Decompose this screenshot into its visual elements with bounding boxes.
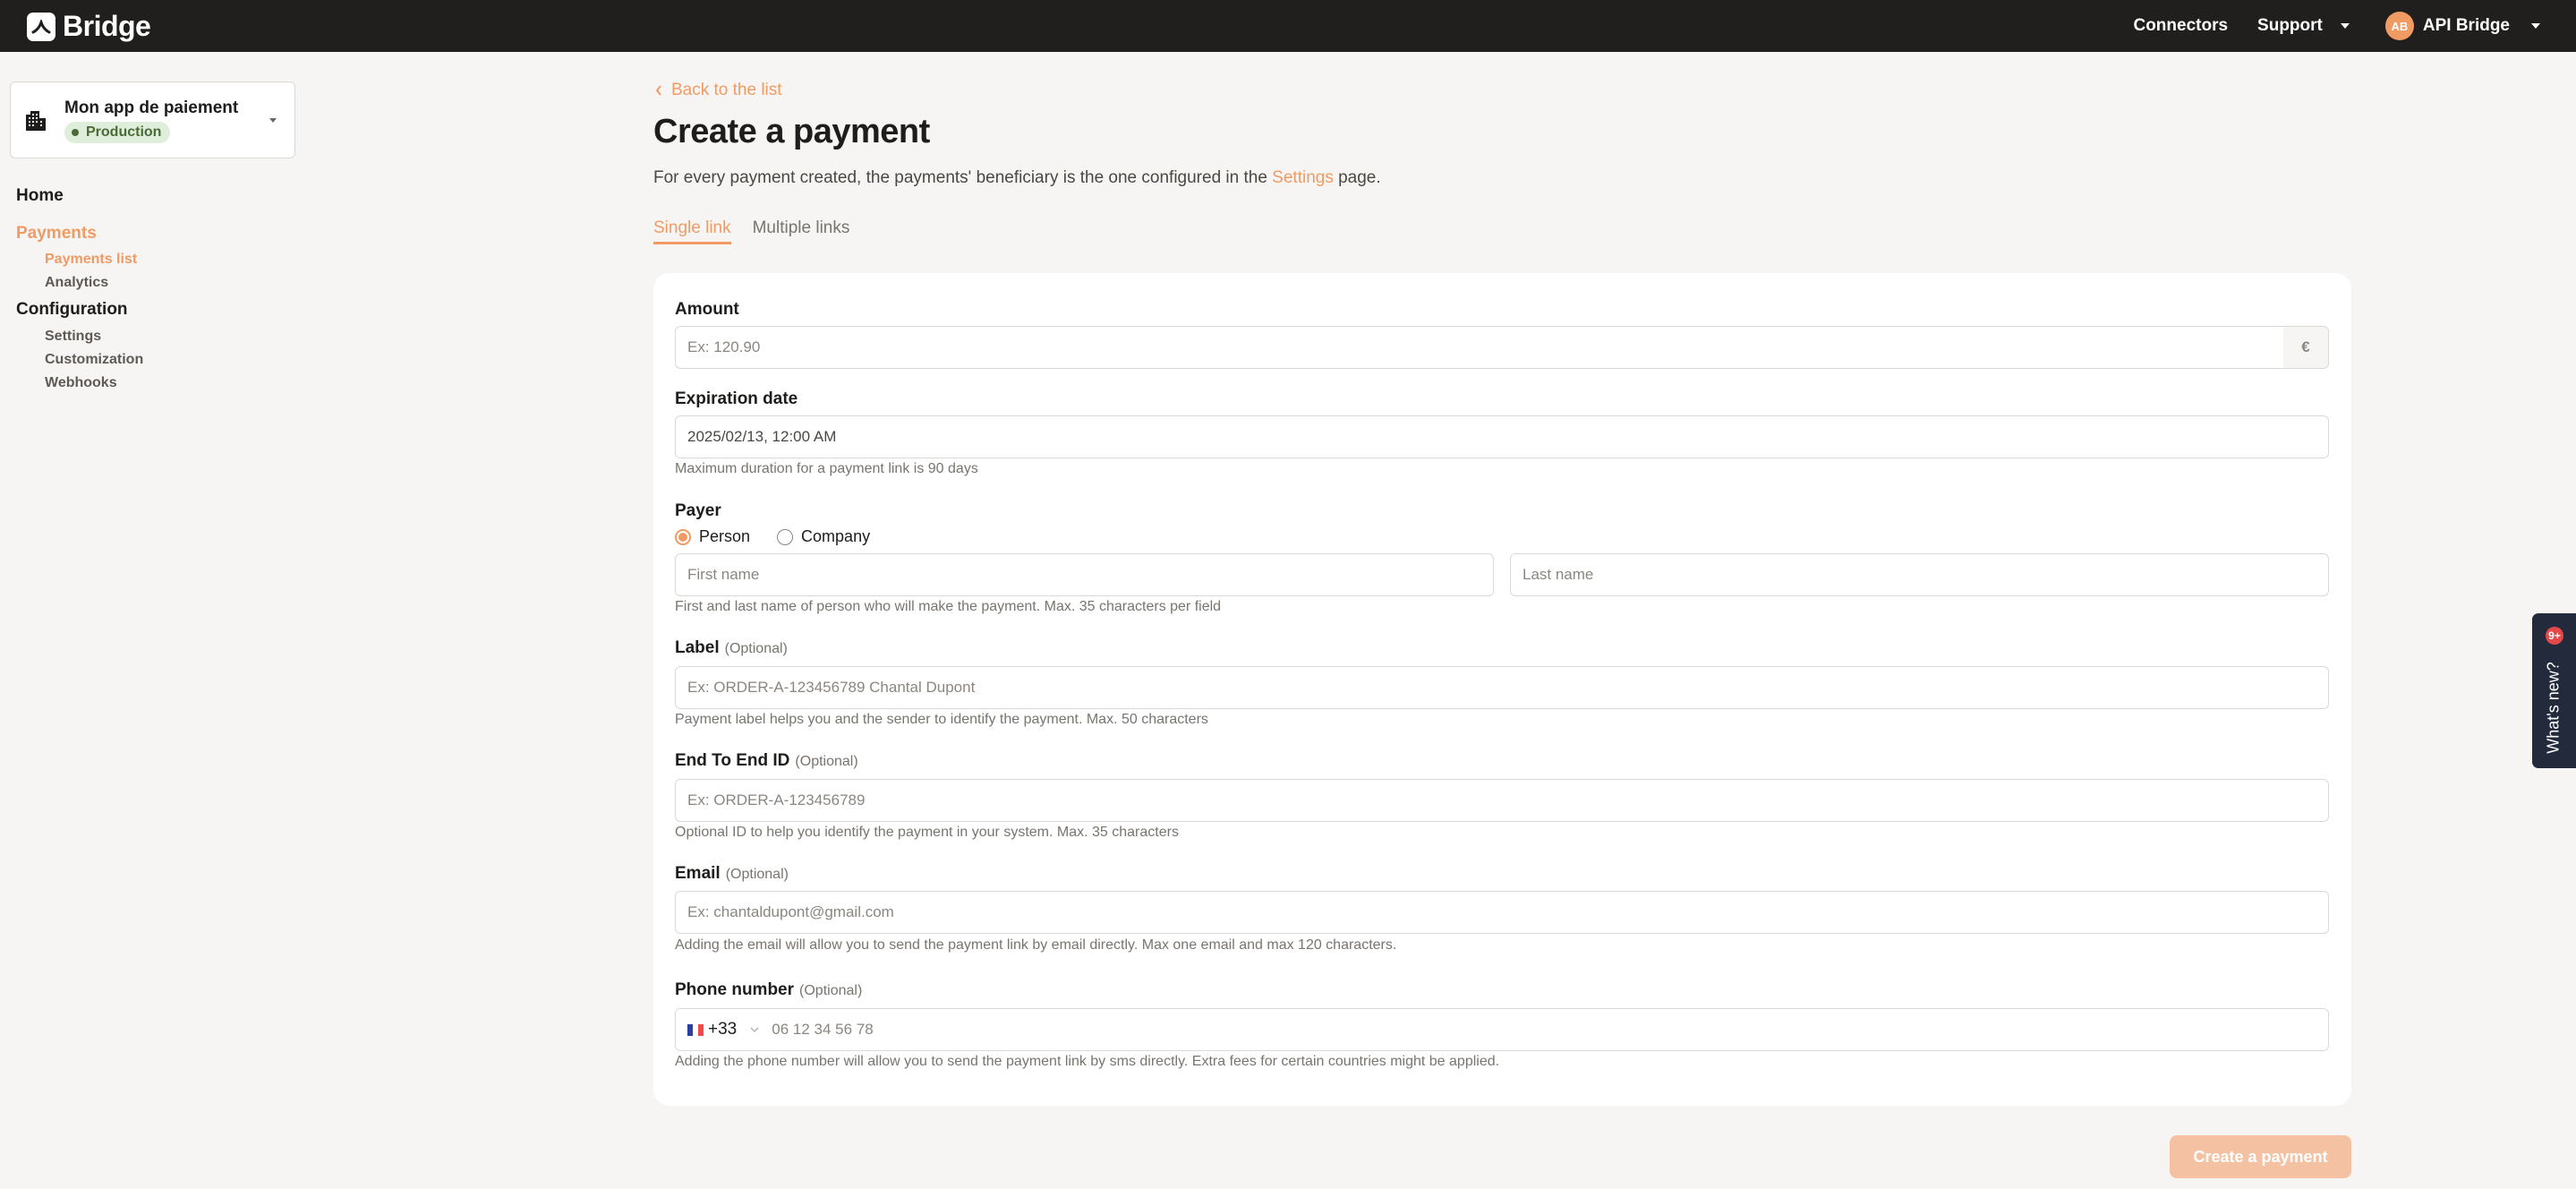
building-icon bbox=[26, 111, 46, 131]
payer-person-radio[interactable]: Person bbox=[675, 527, 750, 546]
phone-number-hint: Adding the phone number will allow you t… bbox=[675, 1054, 1500, 1069]
sidebar-nav: Home Payments Payments list Analytics Co… bbox=[16, 186, 143, 391]
environment-badge: Production bbox=[64, 122, 171, 143]
caret-down-icon bbox=[2531, 23, 2540, 29]
email-hint: Adding the email will allow you to send … bbox=[675, 937, 1397, 953]
user-name: API Bridge bbox=[2422, 16, 2510, 35]
payment-form: Amount € Expiration date Maximum duratio… bbox=[653, 273, 2351, 1106]
label-text: End To End ID bbox=[675, 751, 790, 770]
payer-company-radio[interactable]: Company bbox=[777, 527, 870, 546]
back-to-list-link[interactable]: Back to the list bbox=[655, 81, 782, 100]
amount-field-group: € bbox=[675, 326, 2329, 369]
radio-checked-icon bbox=[675, 528, 691, 545]
payer-type-radio-group: Person Company bbox=[675, 527, 870, 546]
whats-new-label: What's new? bbox=[2545, 661, 2563, 754]
status-dot-icon bbox=[72, 129, 79, 136]
optional-tag: (Optional) bbox=[799, 983, 863, 998]
link-type-tabs: Single link Multiple links bbox=[653, 218, 849, 244]
whats-new-tab[interactable]: 9+ What's new? bbox=[2532, 613, 2576, 768]
environment-label: Production bbox=[86, 124, 162, 140]
country-dial-code: +33 bbox=[708, 1020, 738, 1039]
connectors-link[interactable]: Connectors bbox=[2133, 16, 2228, 36]
sidebar-item-settings[interactable]: Settings bbox=[45, 329, 143, 345]
caret-down-icon bbox=[2340, 23, 2350, 29]
back-link-label: Back to the list bbox=[671, 81, 782, 99]
expiration-date-label: Expiration date bbox=[675, 389, 798, 408]
sidebar-item-customization[interactable]: Customization bbox=[45, 352, 143, 368]
label-text: Email bbox=[675, 864, 721, 883]
caret-down-icon bbox=[269, 118, 277, 123]
whats-new-label-wrap: What's new? bbox=[2532, 654, 2576, 761]
expiration-date-input[interactable] bbox=[675, 415, 2329, 458]
chevron-down-icon bbox=[750, 1027, 759, 1032]
optional-tag: (Optional) bbox=[724, 641, 788, 656]
phone-number-field: +33 bbox=[675, 1008, 2329, 1051]
create-payment-button[interactable]: Create a payment bbox=[2170, 1135, 2351, 1178]
optional-tag: (Optional) bbox=[795, 754, 858, 769]
first-name-input[interactable] bbox=[675, 553, 1494, 596]
radio-unchecked-icon bbox=[777, 528, 794, 545]
brand-name: Bridge bbox=[63, 10, 151, 42]
optional-tag: (Optional) bbox=[725, 867, 789, 882]
sidebar-item-webhooks[interactable]: Webhooks bbox=[45, 375, 143, 391]
amount-input[interactable] bbox=[675, 326, 2284, 369]
euro-icon: € bbox=[2283, 326, 2329, 369]
country-code-select[interactable]: +33 bbox=[687, 1020, 772, 1039]
support-menu[interactable]: Support bbox=[2257, 16, 2350, 36]
payment-label-hint: Payment label helps you and the sender t… bbox=[675, 712, 1208, 727]
app-name: Mon app de paiement bbox=[64, 98, 239, 117]
tab-multiple-links[interactable]: Multiple links bbox=[753, 218, 850, 244]
settings-link[interactable]: Settings bbox=[1272, 168, 1334, 187]
email-input[interactable] bbox=[675, 891, 2329, 934]
top-nav: Connectors Support AB API Bridge bbox=[2133, 0, 2540, 52]
avatar: AB bbox=[2384, 12, 2414, 40]
phone-number-input[interactable] bbox=[772, 1010, 2328, 1049]
sidebar-item-configuration[interactable]: Configuration bbox=[16, 300, 143, 320]
last-name-input[interactable] bbox=[1510, 553, 2329, 596]
payer-label: Payer bbox=[675, 501, 721, 520]
notification-badge: 9+ bbox=[2546, 627, 2563, 645]
page-description: For every payment created, the payments'… bbox=[653, 168, 1381, 188]
description-text-end: page. bbox=[1333, 168, 1381, 187]
chevron-left-icon bbox=[655, 85, 661, 96]
france-flag-icon bbox=[687, 1023, 704, 1036]
bridge-logo-icon bbox=[27, 12, 55, 41]
email-label: Email (Optional) bbox=[675, 864, 789, 884]
user-menu[interactable]: AB API Bridge bbox=[2384, 12, 2540, 40]
page-title: Create a payment bbox=[653, 113, 930, 150]
amount-label: Amount bbox=[675, 300, 739, 319]
radio-label: Company bbox=[801, 527, 871, 545]
sidebar-item-analytics[interactable]: Analytics bbox=[45, 275, 143, 291]
app-switcher[interactable]: Mon app de paiement Production bbox=[10, 81, 295, 158]
end-to-end-id-input[interactable] bbox=[675, 779, 2329, 822]
end-to-end-id-label: End To End ID (Optional) bbox=[675, 751, 858, 771]
tab-single-link[interactable]: Single link bbox=[653, 218, 731, 244]
label-text: Phone number bbox=[675, 980, 795, 999]
support-label: Support bbox=[2257, 16, 2323, 35]
top-navigation-bar: Bridge Connectors Support AB API Bridge bbox=[0, 0, 2576, 52]
payment-label-label: Label (Optional) bbox=[675, 638, 788, 658]
end-to-end-id-hint: Optional ID to help you identify the pay… bbox=[675, 825, 1179, 840]
sidebar-item-payments[interactable]: Payments bbox=[16, 224, 143, 244]
payment-label-input[interactable] bbox=[675, 666, 2329, 709]
radio-label: Person bbox=[699, 527, 751, 545]
bridge-logo[interactable]: Bridge bbox=[27, 10, 151, 43]
payer-hint: First and last name of person who will m… bbox=[675, 599, 1222, 614]
sidebar-item-home[interactable]: Home bbox=[16, 186, 143, 206]
description-text: For every payment created, the payments'… bbox=[653, 168, 1273, 187]
sidebar-item-payments-list[interactable]: Payments list bbox=[45, 252, 143, 268]
phone-number-label: Phone number (Optional) bbox=[675, 980, 862, 1000]
label-text: Label bbox=[675, 638, 720, 657]
expiration-hint: Maximum duration for a payment link is 9… bbox=[675, 461, 978, 476]
